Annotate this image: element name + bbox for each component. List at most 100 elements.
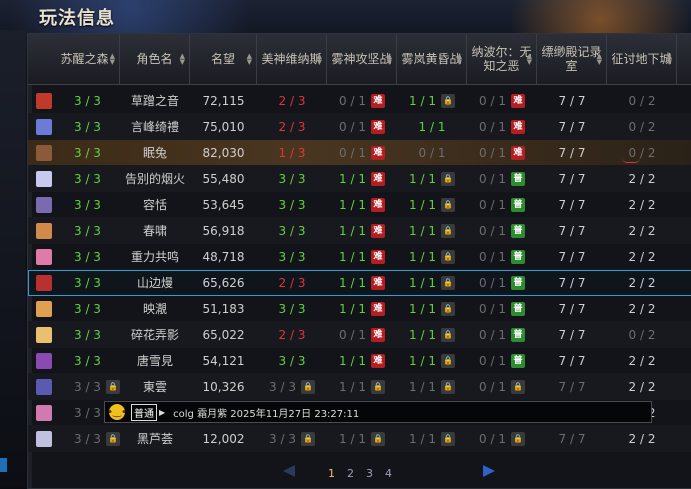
table-row[interactable]: 3 / 3 山边熳 65,626 2 / 3 1 / 1 难 1 / 1 🔒 0 / 1 普 7 /… [28,270,691,296]
table-row[interactable]: 3 / 3 春啸 56,918 3 / 3 1 / 1 难 1 / 1 🔒 0 / 1 普 7 / … [28,218,691,244]
column-header-4[interactable]: 雾神攻坚战 ▲ ▼ [327,34,397,84]
table-row[interactable]: 3 / 3 言峰绮禮 75,010 2 / 3 0 / 1 难 1 / 1 0 / 1 难 7 /… [28,114,691,140]
character-avatar [36,196,52,213]
lock-icon: 🔒 [440,431,455,446]
hard-mode-badge: 难 [370,275,385,290]
cell-name: 碎花弄影 [130,328,179,342]
page-number[interactable]: 3 [366,467,373,480]
cell-fame: 75,010 [202,119,245,134]
cell-forest: 3 / 3 [74,275,101,290]
table-row[interactable]: 3 / 3 唐雪見 54,121 3 / 3 1 / 1 难 1 / 1 🔒 0 / 1 普 7 /… [28,348,691,374]
sort-arrows-icon[interactable]: ▲ ▼ [180,53,185,66]
cell-dungeon: 0 / 2 [628,119,656,134]
cell-hall: 7 / 7 [558,379,586,394]
left-edge-marker [0,458,7,472]
column-header-5[interactable]: 雾岚黄昏战 ▲ ▼ [397,34,467,84]
sort-arrows-icon[interactable]: ▲ ▼ [597,53,602,66]
lock-icon: 🔒 [440,93,455,108]
cell-name: 東雲 [142,380,167,394]
character-avatar [36,326,52,343]
column-header-label: 名望 [210,52,235,66]
cell-venus: 3 / 3 [278,301,306,316]
chat-channel-label[interactable]: 普通 [131,403,157,421]
lock-icon: 🔒 [105,431,120,446]
column-header-1[interactable]: 角色名 ▲ ▼ [120,34,190,84]
cell-venus: 3 / 3 [278,171,306,186]
cell-dusk: 1 / 1 [409,379,436,394]
column-header-8[interactable]: 征讨地下城 ▲ ▼ [607,34,677,84]
character-avatar [36,404,52,421]
column-header-0[interactable]: 苏醒之森 ▲ ▼ [28,34,120,84]
hard-mode-badge: 难 [370,197,385,212]
hard-mode-badge: 难 [510,119,525,134]
cell-forest: 3 / 3 [74,405,101,420]
character-avatar [36,300,52,317]
sort-arrows-icon[interactable]: ▲ ▼ [457,53,462,66]
cell-dusk: 1 / 1 [409,431,436,446]
table-row[interactable]: 3 / 3 重力共鸣 48,718 3 / 3 1 / 1 难 1 / 1 🔒 0 / 1 普 7 … [28,244,691,270]
hard-mode-badge: 难 [370,119,385,134]
column-header-9 [677,34,691,84]
character-avatar [36,170,52,187]
page-number[interactable]: 2 [347,467,354,480]
hard-mode-badge: 难 [370,145,385,160]
cell-dusk: 1 / 1 [409,197,436,212]
next-page-arrow-icon[interactable] [483,465,495,477]
table-row[interactable]: 3 / 3 草蹭之音 72,115 2 / 3 0 / 1 难 1 / 1 🔒 0 / 1 难 7 … [28,88,691,114]
page-number[interactable]: 4 [385,467,392,480]
sort-arrows-icon[interactable]: ▲ ▼ [387,53,392,66]
sort-arrows-icon[interactable]: ▲ ▼ [317,53,322,66]
page-number[interactable]: 1 [328,467,335,480]
cell-hall: 7 / 7 [558,93,586,108]
cell-nabol: 0 / 1 [479,223,506,238]
table-row[interactable]: 3 / 3 碎花弄影 65,022 2 / 3 0 / 1 难 1 / 1 🔒 0 / 1 普 7 … [28,322,691,348]
character-avatar [36,118,52,135]
table-row[interactable]: 3 / 3 容恬 53,645 3 / 3 1 / 1 难 1 / 1 🔒 0 / 1 普 7 / … [28,192,691,218]
chat-channel-caret-icon[interactable]: ▶ [159,408,165,417]
table-row[interactable]: 3 / 3 眠兔 82,030 1 / 3 0 / 1 难 0 / 1 0 / 1 难 7 / 7… [28,140,691,166]
hard-mode-badge: 难 [370,301,385,316]
cell-fame: 72,115 [202,93,245,108]
cell-name: 容恬 [142,198,167,212]
cell-forest: 3 / 3 [74,327,101,342]
pagination: 1234 [28,458,691,488]
sort-arrows-icon[interactable]: ▲ ▼ [527,53,532,66]
cell-fog: 1 / 1 [339,249,366,264]
column-header-label: 美神维纳斯 [261,52,322,66]
hard-mode-badge: 难 [370,249,385,264]
cell-hall: 7 / 7 [558,171,586,186]
cell-name: 山边熳 [136,276,173,290]
prev-page-arrow-icon[interactable] [283,465,295,477]
column-header-3[interactable]: 美神维纳斯 ▲ ▼ [257,34,327,84]
cell-forest: 3 / 3 [74,223,101,238]
table-row[interactable]: 3 / 3 映㵾 51,183 3 / 3 1 / 1 难 1 / 1 🔒 0 / 1 普 7 / … [28,296,691,322]
cell-fame: 53,645 [202,197,245,212]
hard-mode-badge: 难 [370,93,385,108]
column-header-2[interactable]: 名望 ▲ ▼ [190,34,257,84]
sort-arrows-icon[interactable]: ▲ ▼ [667,53,672,66]
lock-icon: 🔒 [440,327,455,342]
cell-dungeon: 2 / 2 [628,379,656,394]
left-side-strip [0,30,26,487]
cell-venus: 2 / 3 [278,275,306,290]
character-avatar [36,378,52,395]
cell-dusk: 1 / 1 [418,119,446,134]
smiley-face-icon: •‿• [107,404,127,420]
lock-icon: 🔒 [510,431,525,446]
column-header-label: 雾岚黄昏战 [401,52,462,66]
cell-fame: 82,030 [202,145,245,160]
cell-nabol: 0 / 1 [479,275,506,290]
cell-fame: 10,326 [202,379,245,394]
table-row[interactable]: 3 / 3 🔒 東雲 10,326 3 / 3 🔒 1 / 1 🔒 1 / 1 🔒 0 / 1 🔒 7 … [28,374,691,400]
sort-arrows-icon[interactable]: ▲ ▼ [247,53,252,66]
cell-fog: 1 / 1 [339,431,366,446]
table-row[interactable]: 3 / 3 🔒 黑芦荟 12,002 3 / 3 🔒 1 / 1 🔒 1 / 1 🔒 0 / 1 🔒 7… [28,426,691,452]
column-header-7[interactable]: 缥缈殿记录室 ▲ ▼ [537,34,607,84]
table-row[interactable]: 3 / 3 告别的烟火 55,480 3 / 3 1 / 1 难 1 / 1 🔒 0 / 1 普 7… [28,166,691,192]
cell-hall: 7 / 7 [558,145,586,160]
cell-fog: 0 / 1 [339,93,366,108]
sort-arrows-icon[interactable]: ▲ ▼ [110,53,115,66]
cell-nabol: 0 / 1 [479,249,506,264]
column-header-6[interactable]: 纳波尔：无知之恶 ▲ ▼ [467,34,537,84]
hard-mode-badge: 难 [370,171,385,186]
